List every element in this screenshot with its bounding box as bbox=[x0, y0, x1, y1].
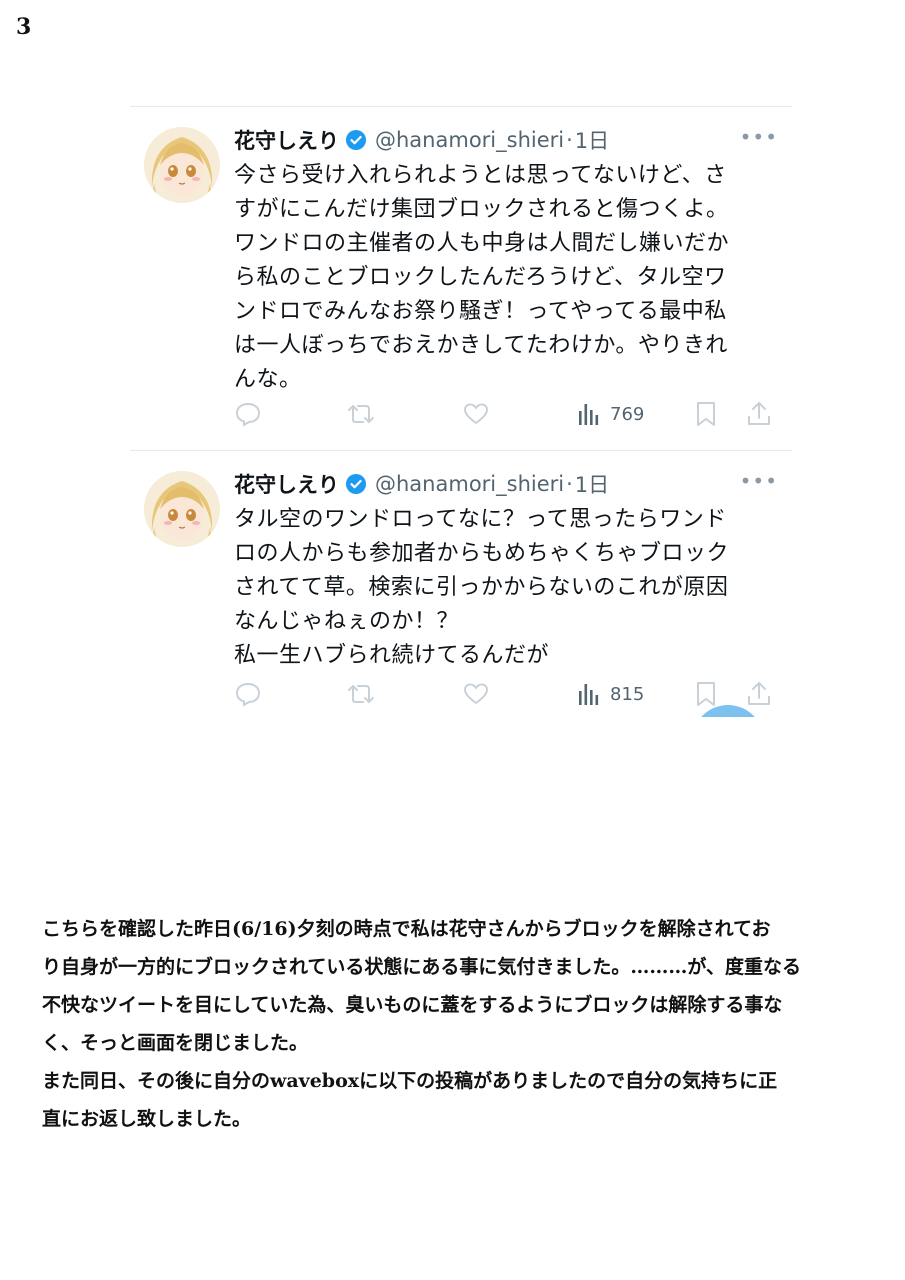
timestamp[interactable]: 1日 bbox=[575, 125, 609, 155]
caption-text: こちらを確認した昨日(6/16)夕刻の時点で私は花守さんからブロックを解除されて… bbox=[42, 918, 802, 1130]
tweet[interactable]: 花守しえり @hanamori_shieri · 1日 ••• タル空のワンドロ… bbox=[130, 451, 792, 717]
display-name[interactable]: 花守しえり bbox=[234, 125, 339, 155]
like-icon[interactable] bbox=[462, 399, 490, 429]
verified-badge-icon bbox=[345, 473, 367, 495]
like-icon[interactable] bbox=[462, 679, 490, 709]
views-count: 769 bbox=[610, 403, 645, 425]
more-options-icon[interactable]: ••• bbox=[740, 469, 778, 493]
avatar[interactable] bbox=[144, 127, 220, 203]
verified-badge-icon bbox=[345, 129, 367, 151]
tweet-text: 今さら受け入れられようとは思ってないけど、さ すがにこんだけ集団ブロックされると… bbox=[234, 163, 730, 392]
views-icon bbox=[578, 681, 602, 707]
handle[interactable]: @hanamori_shieri bbox=[375, 128, 564, 152]
share-icon[interactable] bbox=[746, 399, 772, 429]
page-number: 3 bbox=[16, 14, 32, 40]
views-button[interactable]: 769 bbox=[578, 399, 644, 429]
tweet-actions: 769 bbox=[234, 399, 774, 429]
separator: · bbox=[566, 128, 573, 152]
bookmark-icon[interactable] bbox=[694, 679, 718, 709]
avatar[interactable] bbox=[144, 471, 220, 547]
bookmark-icon[interactable] bbox=[694, 399, 718, 429]
tweet-text: タル空のワンドロってなに？って思ったらワンド ロの人からも参加者からもめちゃくち… bbox=[234, 507, 730, 668]
tweet-header: 花守しえり @hanamori_shieri · 1日 bbox=[234, 469, 774, 499]
views-icon bbox=[578, 401, 602, 427]
views-count: 815 bbox=[610, 683, 645, 705]
tweet-header: 花守しえり @hanamori_shieri · 1日 bbox=[234, 125, 774, 155]
tweet-actions: 815 bbox=[234, 679, 774, 709]
more-options-icon[interactable]: ••• bbox=[740, 125, 778, 149]
handle[interactable]: @hanamori_shieri bbox=[375, 472, 564, 496]
reply-icon[interactable] bbox=[234, 399, 262, 429]
tweet-screenshot: 花守しえり @hanamori_shieri · 1日 ••• 今さら受け入れら… bbox=[130, 106, 792, 717]
retweet-icon[interactable] bbox=[346, 679, 376, 709]
views-button[interactable]: 815 bbox=[578, 679, 644, 709]
share-icon[interactable] bbox=[746, 679, 772, 709]
separator: · bbox=[566, 472, 573, 496]
display-name[interactable]: 花守しえり bbox=[234, 469, 339, 499]
reply-icon[interactable] bbox=[234, 679, 262, 709]
timestamp[interactable]: 1日 bbox=[575, 469, 609, 499]
tweet[interactable]: 花守しえり @hanamori_shieri · 1日 ••• 今さら受け入れら… bbox=[130, 107, 792, 451]
retweet-icon[interactable] bbox=[346, 399, 376, 429]
